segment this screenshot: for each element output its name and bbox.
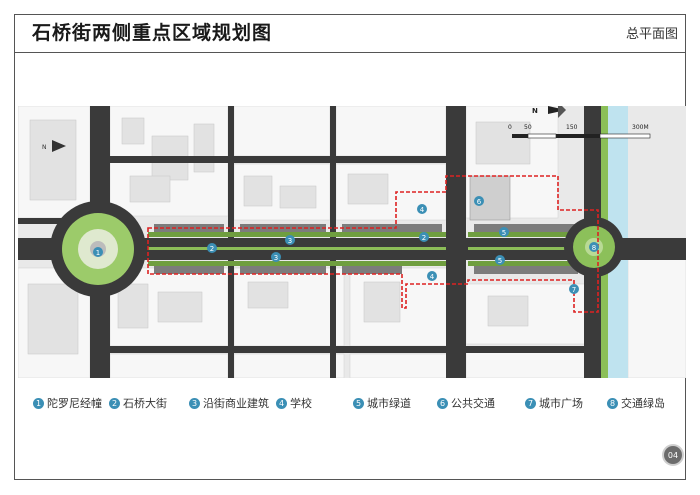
marker-2a: 2 — [207, 243, 217, 253]
svg-text:1: 1 — [96, 249, 100, 257]
legend-label: 公共交通 — [451, 397, 495, 410]
svg-text:150: 150 — [566, 124, 578, 131]
svg-text:300M: 300M — [632, 124, 649, 131]
legend-number-badge: 5 — [353, 397, 364, 409]
legend-number-badge: 3 — [189, 397, 200, 409]
svg-text:6: 6 — [477, 198, 482, 206]
marker-7: 7 — [569, 284, 579, 294]
legend-label: 交通绿岛 — [621, 397, 665, 410]
svg-text:5: 5 — [502, 229, 506, 237]
legend-item: 8 交通绿岛 — [607, 395, 665, 411]
site-plan-map: 1 2 3 3 2 4 4 6 5 5 8 7 N N 0 50 150 300… — [18, 106, 686, 378]
svg-text:2: 2 — [422, 234, 426, 242]
legend-number-badge: 2 — [109, 397, 120, 409]
svg-text:2: 2 — [210, 245, 214, 253]
legend-number-badge: 7 — [525, 397, 536, 409]
legend-item: 2 石桥大街 — [109, 395, 167, 411]
legend-label: 沿街商业建筑 — [203, 397, 269, 410]
legend-item: 1 陀罗尼经幢 — [33, 395, 102, 411]
legend-label: 城市绿道 — [367, 397, 411, 410]
header-divider — [14, 52, 686, 53]
legend-number-badge: 4 — [276, 397, 287, 409]
legend: 1 陀罗尼经幢 2 石桥大街 3 沿街商业建筑 4 学校 5 城市绿道 6 公共… — [33, 395, 673, 411]
svg-text:N: N — [42, 144, 47, 151]
legend-item: 3 沿街商业建筑 — [189, 395, 269, 411]
svg-text:4: 4 — [420, 206, 425, 214]
legend-item: 5 城市绿道 — [353, 395, 411, 411]
legend-label: 石桥大街 — [123, 397, 167, 410]
svg-text:N: N — [532, 107, 538, 115]
legend-label: 城市广场 — [539, 397, 583, 410]
legend-item: 4 学校 — [276, 395, 312, 411]
marker-5b: 5 — [495, 255, 505, 265]
legend-number-badge: 1 — [33, 397, 44, 409]
svg-text:5: 5 — [498, 257, 502, 265]
page-number-badge: 04 — [664, 446, 682, 464]
marker-1: 1 — [93, 247, 103, 257]
legend-label: 学校 — [290, 397, 312, 410]
legend-item: 6 公共交通 — [437, 395, 495, 411]
page-subtitle: 总平面图 — [625, 27, 678, 42]
svg-text:8: 8 — [592, 244, 596, 252]
marker-5a: 5 — [499, 227, 509, 237]
marker-4a: 4 — [417, 204, 427, 214]
legend-label: 陀罗尼经幢 — [47, 397, 102, 410]
legend-item: 7 城市广场 — [525, 395, 583, 411]
site-plan-svg: 1 2 3 3 2 4 4 6 5 5 8 7 N N 0 50 150 300… — [18, 106, 686, 378]
svg-text:3: 3 — [288, 237, 292, 245]
marker-3a: 3 — [285, 235, 295, 245]
page-title: 石桥街两侧重点区域规划图 — [32, 22, 273, 44]
marker-8: 8 — [589, 242, 599, 252]
svg-text:0: 0 — [508, 124, 512, 131]
svg-text:4: 4 — [430, 273, 435, 281]
marker-2b: 2 — [419, 232, 429, 242]
marker-6: 6 — [474, 196, 484, 206]
svg-text:3: 3 — [274, 254, 278, 262]
legend-number-badge: 8 — [607, 397, 618, 409]
svg-text:50: 50 — [524, 124, 532, 131]
marker-4b: 4 — [427, 271, 437, 281]
svg-text:7: 7 — [572, 286, 576, 294]
legend-number-badge: 6 — [437, 397, 448, 409]
marker-3b: 3 — [271, 252, 281, 262]
